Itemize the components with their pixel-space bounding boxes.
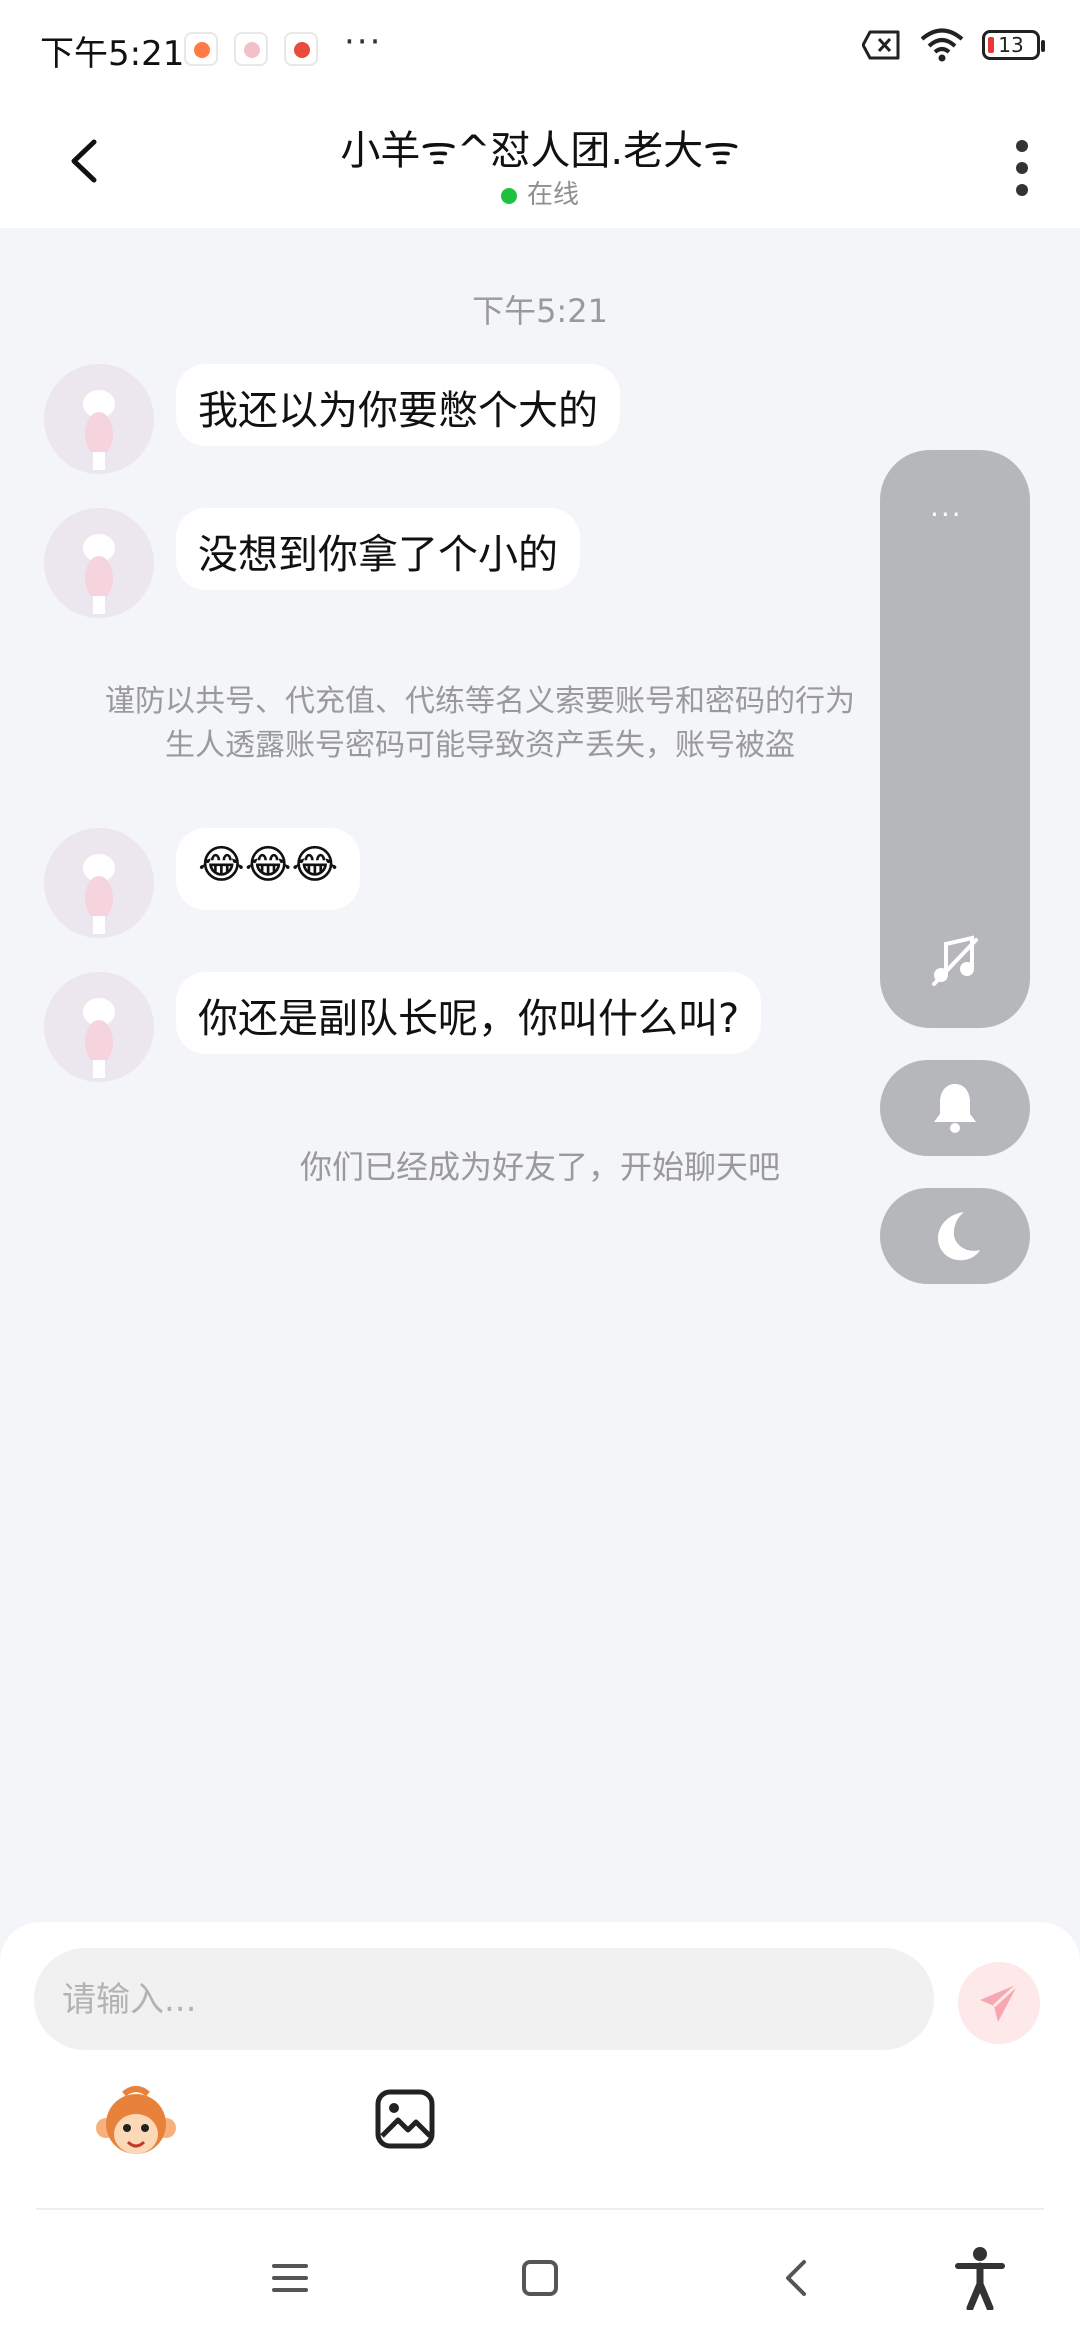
avatar[interactable] [44,828,154,938]
send-button[interactable] [958,1962,1040,2044]
notice-line: 谨防以共号、代充值、代练等名义索要账号和密码的行为 [105,684,855,719]
floating-panel[interactable]: ··· [880,450,1030,1028]
status-time: 下午5:21 [40,34,185,74]
avatar-figure-icon [83,534,115,614]
security-notice: 谨防以共号、代充值、代练等名义索要账号和密码的行为 生人透露账号密码可能导致资产… [40,680,920,768]
avatar[interactable] [44,508,154,618]
image-icon[interactable] [374,2088,436,2150]
status-bar: 下午5:21 ··· 13 [0,0,1080,96]
input-area [0,1922,1080,2222]
moon-icon [938,1212,980,1261]
message-bubble[interactable]: 😂😂😂 [176,828,361,910]
online-label: 在线 [526,180,579,210]
avatar-figure-icon [83,390,115,470]
bell-button[interactable] [880,1060,1030,1156]
moon-button[interactable] [880,1188,1030,1284]
notification-app-icon [284,32,318,66]
battery-level [988,37,994,53]
more-vertical-icon[interactable] [1012,138,1032,198]
no-sim-icon [862,30,900,60]
message-input-box[interactable] [34,1948,934,2052]
notification-app-icon [234,32,268,66]
home-square-icon[interactable] [520,2258,560,2298]
message-bubble[interactable]: 没想到你拿了个小的 [176,508,580,590]
wifi-icon [920,28,964,62]
chat-header: 小羊ᯤ^怼人团.老大ᯤ 在线 [0,96,1080,228]
notification-app-icon [184,32,218,66]
back-icon[interactable] [776,2258,816,2298]
music-off-icon[interactable] [928,934,982,988]
avatar[interactable] [44,364,154,474]
chat-timestamp: 下午5:21 [472,292,608,330]
online-dot [500,187,517,204]
avatar-figure-icon [83,854,115,934]
chat-title: 小羊ᯤ^怼人团.老大ᯤ [340,128,740,174]
status-more: ··· [344,22,383,62]
message-bubble[interactable]: 你还是副队长呢，你叫什么叫? [176,972,762,1054]
system-nav-bar [0,2210,1080,2340]
bell-icon [934,1084,976,1133]
avatar[interactable] [44,972,154,1082]
paper-plane-icon [980,1982,1020,2022]
panel-more[interactable]: ··· [930,498,963,531]
message-input[interactable] [60,1948,914,2052]
online-status: 在线 [0,174,1080,211]
avatar-figure-icon [83,998,115,1078]
monkey-emoji-icon[interactable] [94,2082,178,2166]
accessibility-icon[interactable] [954,2246,1006,2310]
status-right: 13 [862,28,1045,62]
notice-line: 生人透露账号密码可能导致资产丢失，账号被盗 [165,728,795,763]
battery-icon: 13 [982,30,1045,60]
battery-percent: 13 [998,33,1024,57]
menu-icon[interactable] [270,2258,310,2298]
message-bubble[interactable]: 我还以为你要憋个大的 [176,364,620,446]
